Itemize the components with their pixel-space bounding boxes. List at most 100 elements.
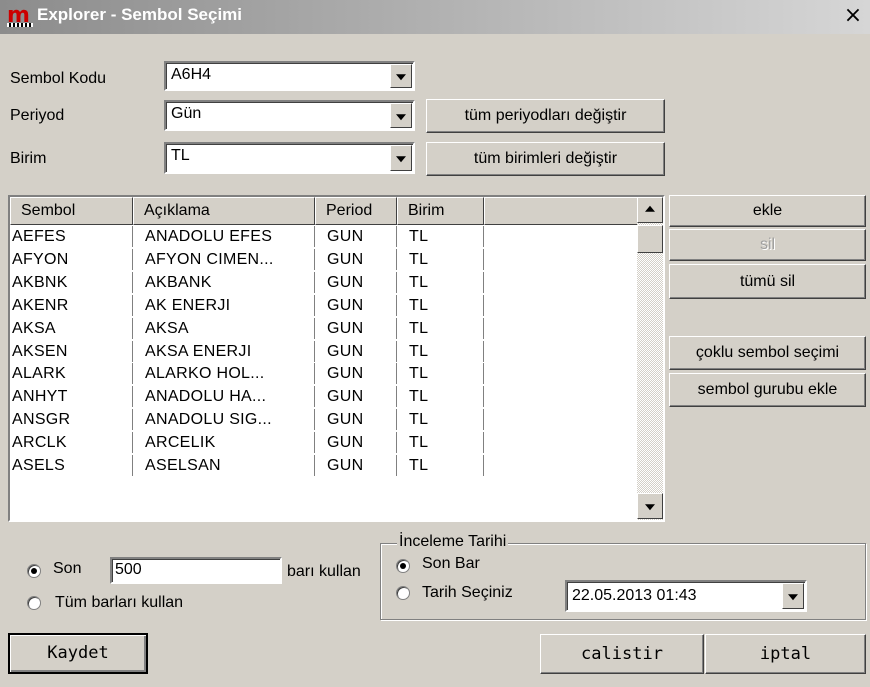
cell-period: GUN	[315, 248, 397, 270]
sembol-gurubu-ekle-button[interactable]: sembol gurubu ekle	[669, 373, 866, 407]
scroll-down-icon[interactable]	[637, 493, 663, 519]
son-bar-count-input[interactable]: 500	[110, 557, 282, 584]
iptal-button[interactable]: iptal	[705, 634, 866, 674]
chevron-down-icon[interactable]	[390, 145, 412, 171]
cell-birim: TL	[397, 226, 484, 247]
column-header-sembol[interactable]: Sembol	[10, 197, 133, 225]
tumu-sil-button[interactable]: tümü sil	[669, 264, 866, 299]
cell-period: GUN	[315, 386, 397, 408]
cell-sembol: ASELS	[10, 455, 133, 476]
cell-aciklama: ANADOLU HA...	[133, 386, 315, 408]
cell-birim: TL	[397, 363, 484, 385]
tum-periyodlari-degistir-button[interactable]: tüm periyodları değiştir	[426, 99, 665, 133]
tarih-select[interactable]: 22.05.2013 01:43	[565, 580, 807, 612]
periyod-value: Gün	[171, 105, 202, 122]
cell-sembol: AKENR	[10, 294, 133, 316]
cell-empty	[484, 363, 639, 384]
cell-empty	[484, 226, 639, 247]
cell-sembol: AEFES	[10, 226, 133, 247]
cell-sembol: ANSGR	[10, 409, 133, 431]
periyod-select[interactable]: Gün	[164, 100, 415, 131]
cell-empty	[484, 409, 639, 430]
table-row[interactable]: AEFES ANADOLU EFES GUN TL	[10, 226, 639, 247]
cell-empty	[484, 432, 639, 453]
cell-empty	[484, 318, 639, 339]
table-row[interactable]: AKENR AK ENERJI GUN TL	[10, 294, 639, 316]
column-header-birim[interactable]: Birim	[397, 197, 484, 225]
table-row[interactable]: AKBNK AKBANK GUN TL	[10, 271, 639, 293]
cell-sembol: ARCLK	[10, 432, 133, 454]
tum-barlari-radio[interactable]	[27, 596, 41, 610]
bari-kullan-label: barı kullan	[287, 563, 361, 580]
chevron-down-icon[interactable]	[390, 64, 412, 88]
calistir-button[interactable]: calistir	[540, 634, 704, 674]
close-icon[interactable]: ×	[842, 5, 864, 28]
coklu-sembol-secimi-button[interactable]: çoklu sembol seçimi	[669, 336, 866, 370]
cell-birim: TL	[397, 432, 484, 454]
table-row[interactable]: ALARK ALARKO HOL... GUN TL	[10, 363, 639, 385]
cell-period: GUN	[315, 271, 397, 293]
chevron-down-icon[interactable]	[390, 103, 412, 128]
scroll-thumb[interactable]	[637, 225, 663, 253]
table-row[interactable]: ANSGR ANADOLU SIG... GUN TL	[10, 409, 639, 431]
cell-sembol: ANHYT	[10, 386, 133, 408]
cell-sembol: AKSA	[10, 317, 133, 339]
cell-sembol: AKBNK	[10, 271, 133, 293]
sil-button[interactable]: sil	[669, 229, 866, 261]
tarih-seciniz-radio[interactable]	[396, 586, 410, 600]
cell-birim: TL	[397, 455, 484, 476]
cell-aciklama: ANADOLU EFES	[133, 226, 315, 247]
chevron-down-icon[interactable]	[782, 583, 804, 609]
cell-empty	[484, 272, 639, 293]
inceleme-tarihi-legend: İnceleme Tarihi	[397, 533, 509, 551]
periyod-label: Periyod	[10, 107, 65, 124]
son-bar-label: Son Bar	[422, 555, 480, 572]
cell-aciklama: AKSA	[133, 317, 315, 339]
tum-birimleri-degistir-button[interactable]: tüm birimleri değiştir	[426, 142, 665, 176]
cell-sembol: AFYON	[10, 248, 133, 270]
cell-birim: TL	[397, 386, 484, 408]
table-row[interactable]: ASELS ASELSAN GUN TL	[10, 455, 639, 476]
cell-period: GUN	[315, 363, 397, 385]
cell-period: GUN	[315, 294, 397, 316]
ekle-button[interactable]: ekle	[669, 195, 866, 227]
cell-empty	[484, 386, 639, 407]
cell-period: GUN	[315, 432, 397, 454]
cell-aciklama: ARCELIK	[133, 432, 315, 454]
cell-birim: TL	[397, 340, 484, 362]
birim-select[interactable]: TL	[164, 142, 415, 174]
cell-aciklama: AK ENERJI	[133, 294, 315, 316]
window-title: Explorer - Sembol Seçimi	[37, 5, 243, 24]
symbol-table[interactable]: Sembol Açıklama Period Birim AEFES ANADOL…	[8, 195, 665, 522]
table-row[interactable]: ARCLK ARCELIK GUN TL	[10, 432, 639, 454]
cell-period: GUN	[315, 409, 397, 431]
cell-aciklama: AKBANK	[133, 271, 315, 293]
column-header-period[interactable]: Period	[315, 197, 397, 225]
table-row[interactable]: ANHYT ANADOLU HA... GUN TL	[10, 386, 639, 408]
tarih-value: 22.05.2013 01:43	[572, 587, 697, 604]
cell-sembol: AKSEN	[10, 340, 133, 362]
cell-birim: TL	[397, 294, 484, 316]
sembol-kodu-value: A6H4	[171, 66, 212, 83]
table-row[interactable]: AKSA AKSA GUN TL	[10, 317, 639, 339]
scroll-up-icon[interactable]	[637, 197, 663, 223]
cell-empty	[484, 341, 639, 362]
table-row[interactable]: AKSEN AKSA ENERJI GUN TL	[10, 340, 639, 362]
sembol-kodu-select[interactable]: A6H4	[164, 61, 415, 91]
cell-aciklama: AKSA ENERJI	[133, 340, 315, 362]
app-logo-icon: m	[7, 5, 33, 27]
son-bar-radio[interactable]	[396, 559, 410, 573]
cell-birim: TL	[397, 248, 484, 270]
table-scrollbar[interactable]	[637, 197, 663, 520]
son-bar-count-value: 500	[115, 561, 142, 578]
table-header: Sembol Açıklama Period Birim	[10, 197, 639, 225]
cell-sembol: ALARK	[10, 363, 133, 385]
cell-period: GUN	[315, 455, 397, 476]
column-header-empty	[484, 197, 639, 225]
kaydet-button[interactable]: Kaydet	[8, 633, 148, 674]
cell-empty	[484, 455, 639, 476]
column-header-aciklama[interactable]: Açıklama	[133, 197, 315, 225]
son-radio[interactable]	[27, 564, 41, 578]
cell-birim: TL	[397, 409, 484, 431]
table-row[interactable]: AFYON AFYON CIMEN... GUN TL	[10, 248, 639, 270]
